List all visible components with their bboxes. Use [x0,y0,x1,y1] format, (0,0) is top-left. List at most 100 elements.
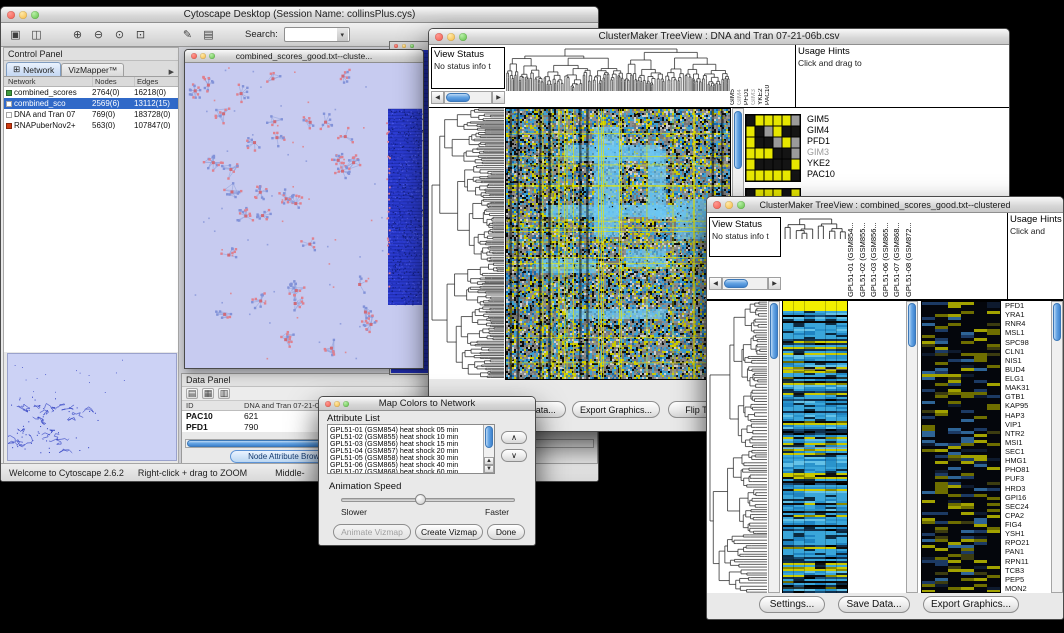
column-dendrogram-canvas[interactable] [783,217,847,239]
minimize-button[interactable] [334,401,340,407]
row-dendrogram-canvas[interactable] [431,108,504,378]
attribute-item[interactable]: GPL51-03 (GSM856) heat shock 15 min [328,440,483,447]
scrollbar-thumb[interactable] [908,303,916,347]
correlation-matrix-canvas[interactable] [745,114,801,182]
gene-list-vscrollbar[interactable] [1051,301,1063,593]
done-button[interactable]: Done [487,524,525,540]
tree-vscrollbar[interactable] [768,301,780,593]
minimize-button[interactable] [19,11,27,19]
scroll-left-icon[interactable]: ◀ [431,91,444,104]
treeview-title: ClusterMaker TreeView : combined_scores_… [741,197,1029,212]
attribute-items: GPL51-01 (GSM854) heat shock 05 minGPL51… [328,426,483,474]
column-dendrogram-canvas[interactable] [506,47,730,91]
animate-vizmap-button[interactable]: Animate Vizmap [333,524,411,540]
snapshot-icon[interactable]: ▤ [200,26,217,43]
close-button[interactable] [394,44,398,48]
attribute-item[interactable]: GPL51-02 (GSM855) heat shock 10 min [328,433,483,440]
dropdown-arrow-icon[interactable]: ▾ [337,28,348,41]
zoom-selected-icon[interactable]: ⊙ [111,26,128,43]
create-vizmap-button[interactable]: Create Vizmap [415,524,483,540]
heatmap-vscrollbar[interactable] [906,301,918,593]
scrollbar-thumb[interactable] [724,279,748,288]
tabs-overflow-button[interactable]: ▶ [165,68,178,76]
network-canvas[interactable] [185,63,423,369]
scrollbar-thumb[interactable] [1053,303,1061,341]
minimize-button[interactable] [200,53,206,59]
scroll-right-icon[interactable]: ▶ [768,277,781,290]
close-button[interactable] [435,33,443,41]
zoom-out-icon[interactable]: ⊖ [90,26,107,43]
header-hscrollbar[interactable]: ◀ ▶ [709,277,781,290]
minimize-button[interactable] [402,44,406,48]
network-view-titlebar[interactable]: combined_scores_good.txt--cluste... [185,50,423,63]
zoom-button[interactable] [209,53,215,59]
zoom-fit-icon[interactable]: ⊡ [132,26,149,43]
gene-label: SEC24 [1005,502,1049,511]
gene-label: RPN11 [1005,557,1049,566]
network-overview-thumbnail[interactable] [7,353,177,461]
close-button[interactable] [325,401,331,407]
scrollbar-thumb[interactable] [770,303,778,359]
attribute-item[interactable]: GPL51-07 (GSM868) heat shock 60 min [328,468,483,474]
minimize-button[interactable] [725,201,733,209]
tab-network[interactable]: ⊞ Network [6,62,61,76]
DNA and Tran 07[interactable]: DNA and Tran 07769(0)183728(0) [4,109,178,120]
attribute-item[interactable]: GPL51-04 (GSM857) heat shock 20 min [328,447,483,454]
scroll-right-icon[interactable]: ▶ [492,91,505,104]
save-session-icon[interactable]: ◫ [28,26,45,43]
combined_scores[interactable]: combined_scores2764(0)16218(0) [4,87,178,98]
heatmap-canvas[interactable] [783,301,847,593]
treeview-titlebar[interactable]: ClusterMaker TreeView : DNA and Tran 07-… [429,29,1009,45]
move-down-button[interactable]: ∨ [501,449,527,462]
speed-slider-thumb[interactable] [415,494,426,505]
annotation-icon[interactable]: ✎ [179,26,196,43]
attribute-matrix-icon[interactable]: ▥ [218,388,230,399]
treeview-titlebar[interactable]: ClusterMaker TreeView : combined_scores_… [707,197,1063,213]
row-id: PAC10 [186,411,244,421]
gene-label: FIG4 [1005,520,1049,529]
network-icon [6,101,12,107]
zoom-button[interactable] [410,44,414,48]
scrollbar-thumb[interactable] [485,426,493,448]
heatmap-canvas[interactable] [506,109,730,379]
column-label: GIM3 [751,47,758,105]
speed-slider-track[interactable] [341,498,515,502]
save-data-button[interactable]: Save Data... [838,596,910,613]
scroll-up-icon[interactable]: ▲ [484,457,494,465]
attribute-item[interactable]: GPL51-05 (GSM858) heat shock 30 min [328,454,483,461]
gene-label: ELG1 [1005,374,1049,383]
minimize-button[interactable] [447,33,455,41]
scrollbar-thumb[interactable] [734,111,742,169]
gene-label: GPI16 [1005,493,1049,502]
scrollbar-thumb[interactable] [446,93,470,102]
header-hscrollbar[interactable]: ◀ ▶ [431,91,505,104]
column-label: GPL51-02 (GSM855... [859,215,871,297]
attribute-item[interactable]: GPL51-06 (GSM865) heat shock 40 min [328,461,483,468]
attribute-listbox[interactable]: GPL51-01 (GSM854) heat shock 05 minGPL51… [327,424,495,474]
window-map-colors-dialog: Map Colors to Network Attribute List GPL… [318,396,536,546]
attribute-table-icon[interactable]: ▦ [202,388,214,399]
close-button[interactable] [713,201,721,209]
scroll-left-icon[interactable]: ◀ [709,277,722,290]
scroll-down-icon[interactable]: ▼ [484,465,494,473]
close-button[interactable] [7,11,15,19]
row-dendrogram-canvas[interactable] [709,301,767,593]
zoom-button[interactable] [343,401,349,407]
export-graphics-button[interactable]: Export Graphics... [572,401,660,418]
settings-button[interactable]: Settings... [759,596,825,613]
attribute-item[interactable]: GPL51-01 (GSM854) heat shock 05 min [328,426,483,433]
zoom-in-icon[interactable]: ⊕ [69,26,86,43]
dialog-titlebar[interactable]: Map Colors to Network [319,397,535,411]
tab-vizmapper[interactable]: VizMapper™ [61,63,124,76]
heatmap-canvas-2[interactable] [922,302,1000,592]
cytoscape-titlebar[interactable]: Cytoscape Desktop (Session Name: collins… [1,7,598,23]
export-graphics-button[interactable]: Export Graphics... [923,596,1019,613]
combined_sco[interactable]: combined_sco2569(6)13112(15) [4,98,178,109]
search-input[interactable]: ▾ [284,27,350,42]
open-session-icon[interactable]: ▣ [7,26,24,43]
list-vscrollbar[interactable]: ▲ ▼ [483,425,494,473]
move-up-button[interactable]: ∧ [501,431,527,444]
gene-label: NIS1 [1005,356,1049,365]
close-button[interactable] [191,53,197,59]
attribute-select-icon[interactable]: ▤ [186,388,198,399]
